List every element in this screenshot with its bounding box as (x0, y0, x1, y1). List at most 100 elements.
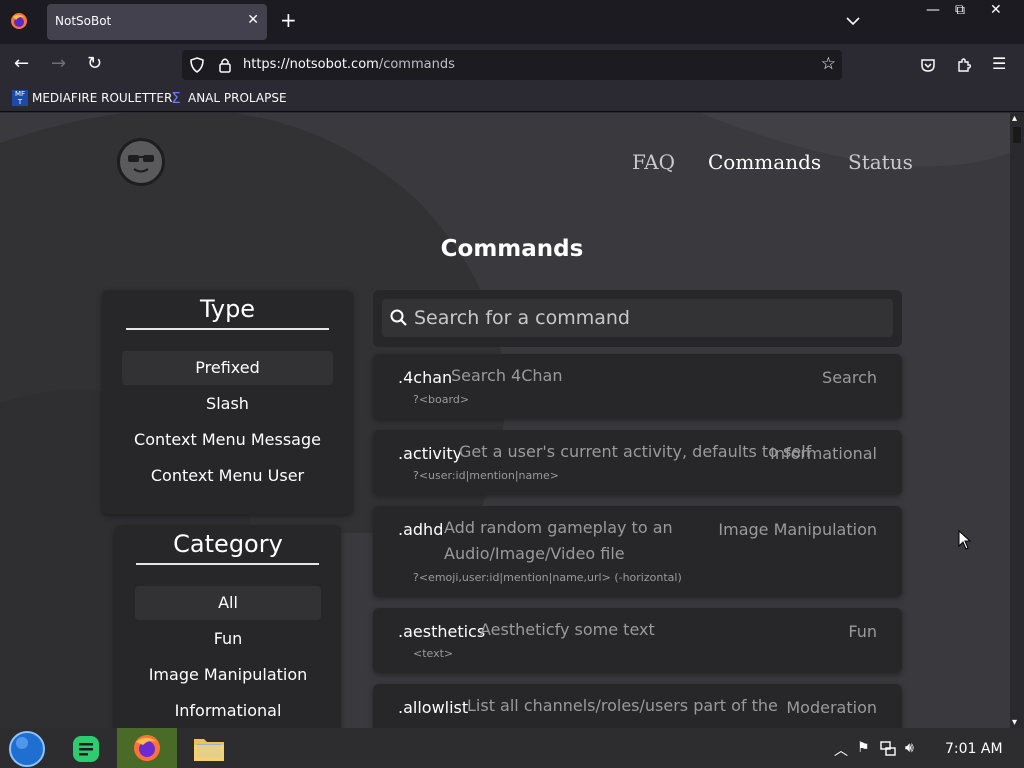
command-card[interactable]: .adhd Add random gameplay to an Audio/Im… (373, 506, 902, 597)
bookmark-star-icon[interactable]: ☆ (821, 54, 836, 74)
type-item-context-menu-message[interactable]: Context Menu Message (122, 423, 333, 457)
search-icon (390, 309, 407, 326)
command-description: List all channels/roles/users part of th… (467, 696, 778, 715)
command-category: Fun (848, 622, 877, 641)
browser-nav-bar: ← → ↻ https://notsobot.com/commands ☆ ☰ (0, 44, 1024, 86)
type-item-context-menu-user[interactable]: Context Menu User (122, 459, 333, 493)
divider (126, 328, 329, 330)
url-host: https://notsobot.com (243, 57, 379, 72)
tab-close-icon[interactable]: ✕ (247, 12, 259, 28)
lock-icon[interactable] (218, 57, 232, 73)
page-title: Commands (440, 236, 584, 262)
url-path: /commands (378, 57, 455, 72)
notes-app-icon (73, 736, 99, 762)
pocket-icon[interactable] (920, 57, 936, 73)
command-card[interactable]: .aesthetics Aestheticfy some text Fun <t… (373, 608, 902, 673)
nav-link-status[interactable]: Status (848, 150, 913, 174)
close-window-icon[interactable]: ✕ (990, 2, 1002, 18)
browser-tab-bar: NotSoBot ✕ + — ⧉ ✕ (0, 0, 1024, 44)
restore-icon[interactable]: ⧉ (955, 2, 965, 18)
category-item-fun[interactable]: Fun (135, 622, 321, 656)
command-category: Image Manipulation (718, 520, 877, 539)
volume-icon[interactable]: 🔊︎ (905, 740, 914, 756)
start-button[interactable] (0, 728, 58, 768)
bookmark-label: ANAL PROLAPSE (188, 91, 287, 105)
type-filter-panel: Type Prefixed Slash Context Menu Message… (102, 290, 353, 514)
network-icon[interactable] (880, 740, 896, 756)
command-name: .adhd (398, 520, 444, 539)
bookmark-item[interactable]: MF T MEDIAFIRE ROULETTER (12, 90, 172, 106)
nav-link-faq[interactable]: FAQ (632, 150, 675, 174)
category-item-image-manipulation[interactable]: Image Manipulation (135, 658, 321, 692)
taskbar-app-notes[interactable] (58, 728, 116, 768)
divider (136, 563, 319, 565)
command-description: Add random gameplay to an (444, 518, 673, 537)
taskbar-clock[interactable]: 7:01 AM (945, 741, 1003, 757)
type-item-slash[interactable]: Slash (122, 387, 333, 421)
type-item-prefixed[interactable]: Prefixed (122, 351, 333, 385)
forward-icon[interactable]: → (51, 54, 66, 74)
nav-link-commands[interactable]: Commands (708, 150, 821, 174)
command-name: .activity (398, 444, 463, 463)
command-description: Get a user's current activity, defaults … (459, 442, 812, 461)
taskbar-app-files[interactable] (180, 728, 238, 768)
back-icon[interactable]: ← (14, 54, 29, 74)
web-page: FAQ Commands Status Commands Type Prefix… (0, 113, 1010, 728)
action-center-flag-icon[interactable]: ⚑ (857, 740, 870, 756)
command-usage: ?<emoji,user:id|mention|name,url> (-hori… (413, 571, 682, 584)
command-category: Moderation (786, 698, 877, 717)
category-item-informational[interactable]: Informational (135, 694, 321, 728)
command-card[interactable]: .4chan Search 4Chan Search ?<board> (373, 354, 902, 419)
sunglasses-face-icon (128, 155, 154, 173)
url-bar[interactable]: https://notsobot.com/commands ☆ (182, 50, 842, 80)
command-description: Aestheticfy some text (480, 620, 655, 639)
bookmark-label: MEDIAFIRE ROULETTER (32, 91, 173, 105)
page-scrollbar[interactable]: ▴ ▾ (1010, 113, 1024, 728)
command-name: .allowlist (398, 698, 469, 717)
menu-icon[interactable]: ☰ (992, 54, 1006, 74)
command-usage: ?<board> (413, 393, 470, 406)
chevron-down-icon[interactable] (846, 16, 860, 26)
scroll-down-icon[interactable]: ▾ (1012, 717, 1017, 728)
file-manager-icon (194, 739, 224, 761)
sigma-icon: Σ (171, 89, 181, 107)
tab-title: NotSoBot (55, 14, 112, 28)
firefox-icon (134, 735, 160, 761)
search-input[interactable] (414, 303, 884, 333)
mouse-cursor-icon (958, 530, 972, 550)
mediafire-icon: MF T (12, 90, 28, 106)
show-hidden-icons-icon[interactable]: ︿ (834, 740, 848, 760)
taskbar-app-firefox[interactable] (117, 728, 177, 768)
new-tab-icon[interactable]: + (280, 10, 297, 30)
start-orb-icon (9, 731, 45, 767)
minimize-icon[interactable]: — (926, 2, 940, 18)
category-heading: Category (173, 530, 283, 558)
type-heading: Type (199, 295, 256, 323)
browser-tab-active[interactable]: NotSoBot ✕ (47, 4, 267, 40)
command-search-box (373, 290, 902, 347)
command-card[interactable]: .allowlist List all channels/roles/users… (373, 684, 902, 728)
command-description: Search 4Chan (451, 366, 563, 385)
shield-icon[interactable] (189, 57, 205, 73)
command-card[interactable]: .activity Get a user's current activity,… (373, 430, 902, 495)
command-category: Search (822, 368, 877, 387)
url-text[interactable]: https://notsobot.com/commands (243, 57, 455, 72)
command-description-line2: Audio/Image/Video file (444, 544, 625, 563)
category-filter-panel: Category All Fun Image Manipulation Info… (115, 525, 341, 728)
os-taskbar: ︿ ⚑ 🔊︎ 7:01 AM (0, 728, 1024, 768)
bookmark-item[interactable]: Σ ANAL PROLAPSE (168, 89, 287, 107)
reload-icon[interactable]: ↻ (87, 54, 102, 74)
command-usage: ?<user:id|mention|name> (413, 469, 559, 482)
command-name: .aesthetics (398, 622, 486, 641)
search-field-wrapper[interactable] (382, 299, 893, 337)
scroll-up-icon[interactable]: ▴ (1012, 113, 1017, 124)
notsobot-logo[interactable] (117, 138, 165, 186)
category-item-all[interactable]: All (135, 586, 321, 620)
command-name: .4chan (398, 368, 453, 387)
scroll-thumb[interactable] (1013, 127, 1021, 143)
firefox-view-icon[interactable] (10, 12, 28, 30)
command-usage: <text> (413, 647, 454, 660)
command-category: Informational (770, 444, 877, 463)
bookmarks-toolbar: MF T MEDIAFIRE ROULETTER Σ ANAL PROLAPSE (0, 86, 1024, 112)
extensions-icon[interactable] (956, 57, 972, 73)
